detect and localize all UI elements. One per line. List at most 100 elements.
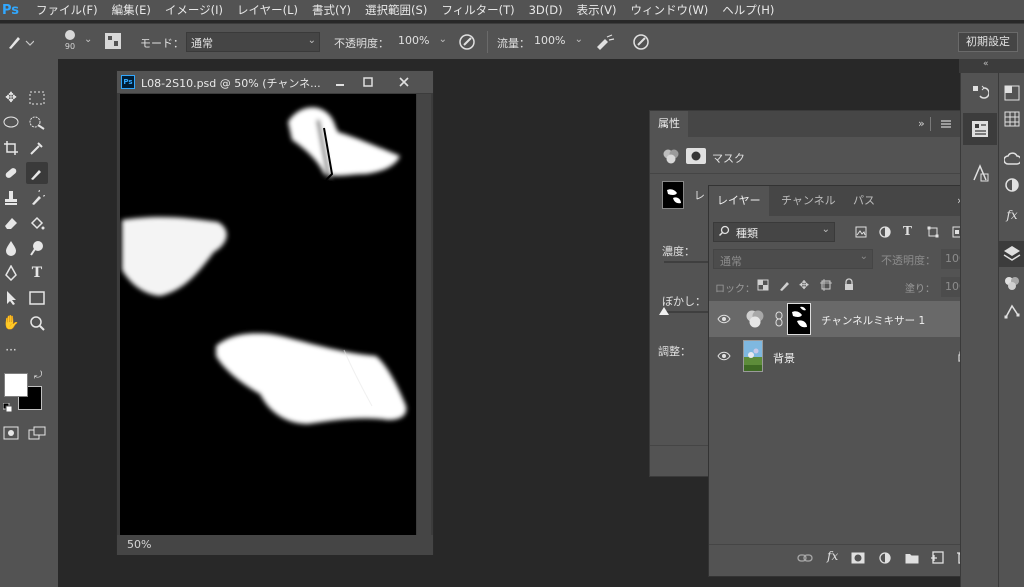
menu-window[interactable]: ウィンドウ(W) [630, 2, 708, 18]
filter-pixel-icon[interactable] [855, 226, 867, 238]
fx-icon[interactable]: fx [827, 549, 838, 563]
paint-bucket-tool-icon[interactable] [26, 212, 48, 234]
tab-properties[interactable]: 属性 [650, 111, 688, 137]
filter-type-icon[interactable]: T [903, 224, 912, 238]
libraries-panel-icon[interactable] [999, 147, 1024, 171]
rectangle-tool-icon[interactable] [26, 287, 48, 309]
path-selection-tool-icon[interactable] [0, 287, 22, 309]
swap-colors-icon[interactable]: ⤾ [34, 370, 42, 381]
brush-tool-preset-icon[interactable] [6, 33, 34, 51]
layer-name[interactable]: チャンネルミキサー 1 [821, 313, 925, 328]
history-panel-icon[interactable] [967, 81, 993, 105]
filter-shape-icon[interactable] [927, 226, 939, 238]
menu-file[interactable]: ファイル(F) [36, 2, 98, 18]
lock-all-icon[interactable] [843, 278, 855, 291]
move-tool-icon[interactable]: ✥ [0, 87, 22, 109]
feather-slider-handle[interactable] [659, 307, 669, 315]
crop-tool-icon[interactable] [0, 137, 22, 159]
density-slider-track[interactable] [664, 261, 708, 263]
lock-artboard-icon[interactable] [820, 279, 832, 291]
properties-panel-dock-button[interactable] [963, 113, 997, 145]
new-adjustment-layer-icon[interactable] [879, 552, 891, 564]
document-title-bar[interactable]: Ps L08-2S10.psd @ 50% (チャンネ... [117, 71, 433, 93]
layer-name[interactable]: 背景 [773, 350, 795, 366]
glyphs-panel-icon[interactable] [967, 161, 993, 185]
document-canvas[interactable] [120, 94, 416, 535]
blend-mode-select[interactable]: 通常 ⌄ [713, 249, 873, 269]
collapse-panel-icon[interactable]: » [918, 117, 925, 130]
screen-mode-icon[interactable] [26, 422, 48, 444]
reset-workspace-button[interactable]: 初期設定 [958, 32, 1018, 52]
close-icon[interactable] [397, 75, 411, 89]
menu-filter[interactable]: フィルター(T) [441, 2, 514, 18]
adjustments-panel-icon[interactable] [999, 173, 1024, 197]
history-brush-tool-icon[interactable] [26, 187, 48, 209]
panel-menu-icon[interactable] [940, 118, 952, 130]
menu-view[interactable]: 表示(V) [577, 2, 617, 18]
airbrush-icon[interactable] [595, 33, 615, 51]
brush-settings-icon[interactable] [104, 32, 122, 50]
tab-channels[interactable]: チャンネル [773, 186, 844, 216]
eye-icon[interactable] [717, 351, 731, 361]
default-colors-icon[interactable] [3, 403, 12, 412]
layer-row[interactable]: 背景 [709, 338, 985, 374]
dodge-tool-icon[interactable] [26, 237, 48, 259]
opacity-select[interactable]: 100% ⌄ [394, 32, 450, 52]
pressure-opacity-icon[interactable] [458, 33, 476, 51]
channels-panel-icon[interactable] [999, 271, 1024, 295]
add-mask-icon[interactable] [851, 552, 865, 564]
minimize-icon[interactable] [333, 75, 347, 89]
brush-size-picker[interactable]: 90 [58, 28, 82, 51]
swatches-panel-icon[interactable] [999, 107, 1024, 131]
layer-filter-kind-select[interactable]: 種類 ⌄ [713, 222, 835, 242]
eye-icon[interactable] [717, 314, 731, 324]
eyedropper-tool-icon[interactable] [26, 137, 48, 159]
more-tools-icon[interactable]: ··· [0, 339, 22, 361]
type-tool-icon[interactable]: T [26, 262, 48, 284]
menu-type[interactable]: 書式(Y) [312, 2, 351, 18]
layer-mask-thumbnail[interactable] [787, 303, 811, 335]
layers-panel-dock-button[interactable] [999, 241, 1024, 267]
lasso-tool-icon[interactable] [0, 112, 22, 134]
menu-edit[interactable]: 編集(E) [112, 2, 151, 18]
menu-3d[interactable]: 3D(D) [529, 3, 563, 17]
link-icon[interactable] [775, 311, 783, 327]
lock-position-icon[interactable]: ✥ [799, 278, 809, 292]
maximize-icon[interactable] [361, 75, 375, 89]
pen-tool-icon[interactable] [0, 262, 22, 284]
new-layer-icon[interactable] [931, 551, 944, 564]
flow-select[interactable]: 100% ⌄ [530, 32, 586, 52]
feather-slider-track[interactable] [664, 311, 708, 313]
menu-help[interactable]: ヘルプ(H) [722, 2, 774, 18]
mode-select[interactable]: 通常 ⌄ [186, 32, 320, 52]
lock-pixels-icon[interactable] [779, 279, 791, 291]
menu-layer[interactable]: レイヤー(L) [237, 2, 298, 18]
healing-brush-tool-icon[interactable] [0, 162, 22, 184]
brush-tool-icon[interactable] [26, 162, 48, 184]
menu-image[interactable]: イメージ(I) [165, 2, 223, 18]
layer-thumbnail[interactable] [743, 340, 763, 372]
hand-tool-icon[interactable]: ✋ [0, 312, 22, 334]
paths-panel-icon[interactable] [999, 299, 1024, 323]
styles-panel-icon[interactable]: fx [999, 203, 1024, 227]
vertical-scrollbar[interactable] [417, 94, 431, 535]
pressure-size-icon[interactable] [632, 33, 650, 51]
menu-select[interactable]: 選択範囲(S) [365, 2, 427, 18]
quick-select-tool-icon[interactable] [26, 112, 48, 134]
mask-icon[interactable] [686, 148, 706, 164]
new-group-icon[interactable] [905, 552, 919, 564]
blur-tool-icon[interactable] [0, 237, 22, 259]
layer-row[interactable]: チャンネルミキサー 1 [709, 301, 985, 337]
link-layers-icon[interactable] [797, 552, 813, 564]
tab-paths[interactable]: パス [845, 186, 883, 216]
zoom-tool-icon[interactable] [26, 312, 48, 334]
lock-transparent-icon[interactable] [757, 279, 769, 291]
filter-adjustment-icon[interactable] [879, 226, 891, 238]
foreground-color-swatch[interactable] [4, 373, 28, 397]
marquee-tool-icon[interactable] [26, 87, 48, 109]
clone-stamp-tool-icon[interactable] [0, 187, 22, 209]
quick-mask-icon[interactable] [0, 422, 22, 444]
collapse-dock-icon[interactable]: « [983, 59, 989, 69]
zoom-level[interactable]: 50% [127, 538, 151, 551]
chevron-down-icon[interactable]: ⌄ [84, 34, 92, 45]
